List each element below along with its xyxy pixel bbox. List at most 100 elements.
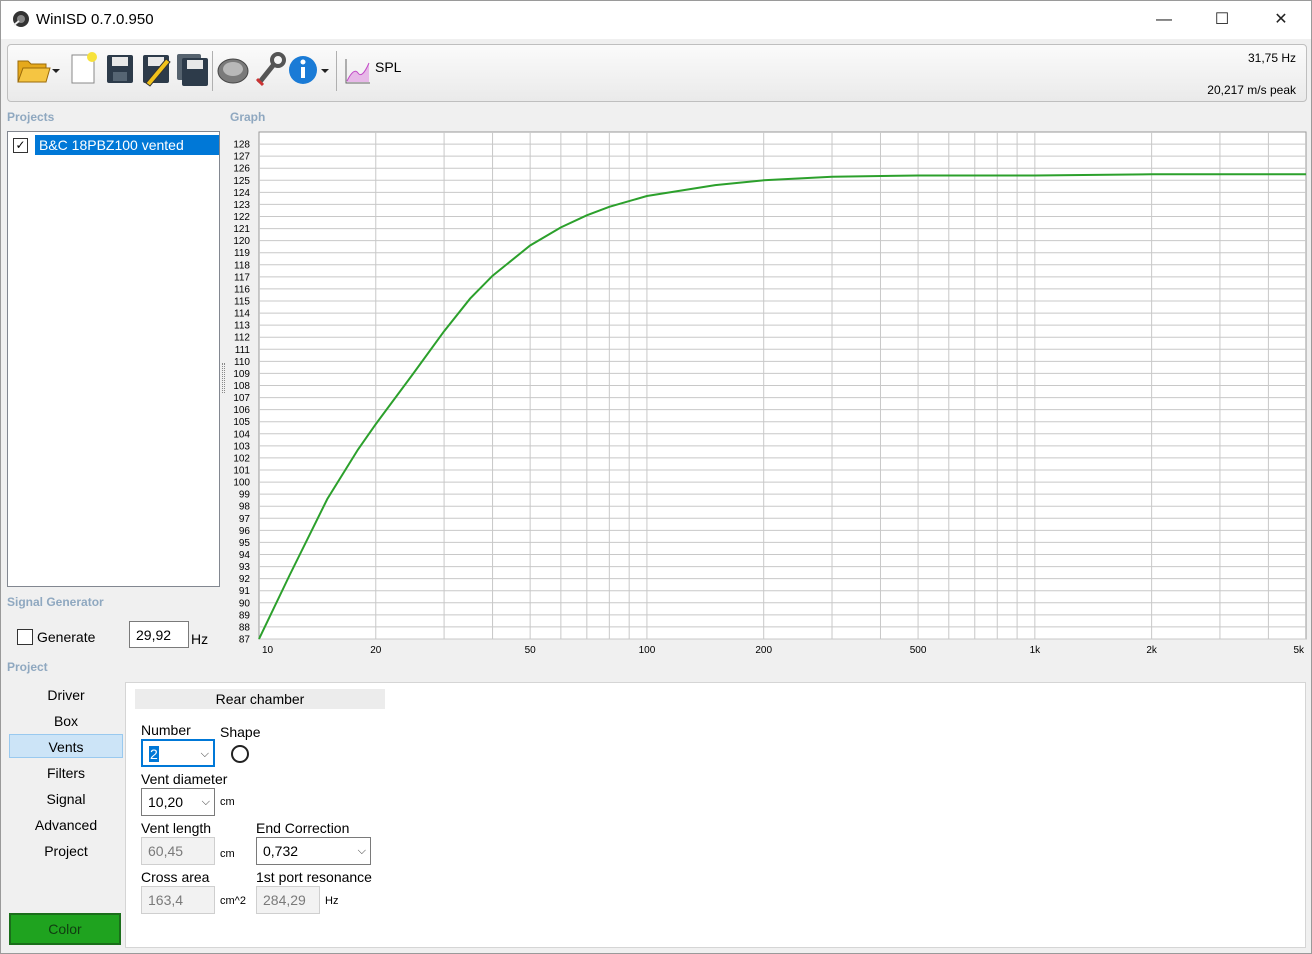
app-icon xyxy=(13,11,29,27)
y-tick-label: 121 xyxy=(233,224,250,235)
port-resonance-label: 1st port resonance xyxy=(256,869,372,885)
end-correction-value: 0,732 xyxy=(263,843,299,859)
y-tick-label: 89 xyxy=(239,610,251,621)
y-tick-label: 107 xyxy=(233,393,250,404)
round-shape-icon[interactable] xyxy=(231,745,249,763)
y-tick-label: 87 xyxy=(239,635,251,646)
window-title: WinISD 0.7.0.950 xyxy=(36,11,154,28)
y-tick-label: 118 xyxy=(234,260,250,271)
list-item[interactable]: ✓ B&C 18PBZ100 vented xyxy=(11,135,219,155)
cross-area-label: Cross area xyxy=(141,869,210,885)
vent-length-field: 60,45 xyxy=(141,837,215,865)
toolbar-separator xyxy=(212,51,213,91)
y-tick-label: 93 xyxy=(239,562,251,573)
y-tick-label: 97 xyxy=(239,514,251,525)
project-name[interactable]: B&C 18PBZ100 vented xyxy=(35,135,219,155)
tools-wrench-icon[interactable] xyxy=(251,49,287,89)
chevron-down-icon: ⌵ xyxy=(357,845,366,857)
y-tick-label: 124 xyxy=(233,188,250,199)
cross-area-field: 163,4 xyxy=(141,886,215,914)
y-tick-label: 99 xyxy=(239,490,251,501)
nav-driver[interactable]: Driver xyxy=(9,683,123,707)
x-tick-label: 1k xyxy=(1030,645,1042,656)
generate-checkbox[interactable] xyxy=(17,629,33,645)
x-tick-label: 10 xyxy=(262,645,274,656)
vent-diameter-select[interactable]: 10,20 ⌵ xyxy=(141,788,215,816)
end-correction-select[interactable]: 0,732 ⌵ xyxy=(256,837,371,865)
y-tick-label: 98 xyxy=(239,502,251,513)
y-tick-label: 95 xyxy=(239,538,251,549)
x-tick-label: 2k xyxy=(1146,645,1158,656)
y-tick-label: 105 xyxy=(233,417,250,428)
nav-signal[interactable]: Signal xyxy=(9,787,123,811)
projects-section-label: Projects xyxy=(7,110,55,124)
y-tick-label: 88 xyxy=(239,622,251,633)
save-icon[interactable] xyxy=(102,49,138,89)
project-checkbox[interactable]: ✓ xyxy=(13,138,28,153)
frequency-readout: 31,75 Hz xyxy=(1247,51,1296,65)
port-resonance-field: 284,29 xyxy=(256,886,320,914)
y-tick-label: 115 xyxy=(234,297,250,308)
generator-frequency-unit: Hz xyxy=(191,631,209,647)
number-value: 2 xyxy=(149,746,159,762)
y-tick-label: 119 xyxy=(234,248,250,259)
nav-filters[interactable]: Filters xyxy=(9,761,123,785)
x-tick-label: 20 xyxy=(370,645,382,656)
app-window: WinISD 0.7.0.950 — ☐ ✕ SPL 31,75 Hz 20,2… xyxy=(0,0,1312,954)
new-project-icon[interactable] xyxy=(66,49,102,89)
y-tick-label: 114 xyxy=(234,309,250,320)
nav-advanced[interactable]: Advanced xyxy=(9,813,123,837)
port-resonance-unit: Hz xyxy=(325,895,339,907)
velocity-readout: 20,217 m/s peak xyxy=(1207,83,1296,97)
y-tick-label: 90 xyxy=(239,598,251,609)
signal-generator-section-label: Signal Generator xyxy=(7,595,104,609)
y-tick-label: 91 xyxy=(239,586,251,597)
vent-diameter-label: Vent diameter xyxy=(141,771,228,787)
y-tick-label: 122 xyxy=(233,212,250,223)
nav-project[interactable]: Project xyxy=(9,839,123,863)
generator-frequency-input[interactable] xyxy=(129,621,189,648)
toolbar-separator xyxy=(336,51,337,91)
chevron-down-icon: ⌵ xyxy=(200,748,209,760)
y-tick-label: 113 xyxy=(234,321,250,332)
y-tick-label: 116 xyxy=(234,284,250,295)
open-folder-icon[interactable] xyxy=(14,49,64,89)
y-tick-label: 110 xyxy=(234,357,250,368)
spl-graph-icon[interactable] xyxy=(342,49,372,89)
y-tick-label: 117 xyxy=(234,272,250,283)
y-tick-label: 94 xyxy=(239,550,251,561)
spl-button-label[interactable]: SPL xyxy=(375,59,401,75)
close-button[interactable]: ✕ xyxy=(1252,1,1310,39)
y-tick-label: 125 xyxy=(233,176,250,187)
save-as-icon[interactable] xyxy=(138,49,174,89)
minimize-button[interactable]: — xyxy=(1135,1,1193,39)
number-select[interactable]: 2 ⌵ xyxy=(141,739,215,767)
y-tick-label: 128 xyxy=(233,140,250,151)
y-tick-label: 123 xyxy=(233,200,250,211)
y-tick-label: 104 xyxy=(233,429,250,440)
title-bar[interactable]: WinISD 0.7.0.950 — ☐ ✕ xyxy=(1,1,1311,39)
y-tick-label: 92 xyxy=(239,574,251,585)
x-tick-label: 50 xyxy=(525,645,537,656)
vents-panel: Rear chamber Number Shape 2 ⌵ Vent diame… xyxy=(125,682,1306,948)
maximize-button[interactable]: ☐ xyxy=(1193,1,1251,39)
projects-list[interactable]: ✓ B&C 18PBZ100 vented xyxy=(7,131,220,587)
vent-length-unit: cm xyxy=(220,848,235,860)
nav-vents[interactable]: Vents xyxy=(9,734,123,758)
info-icon[interactable] xyxy=(287,49,333,89)
end-correction-label: End Correction xyxy=(256,820,350,836)
y-tick-label: 126 xyxy=(233,164,250,175)
x-tick-label: 5k xyxy=(1293,645,1305,656)
x-tick-label: 500 xyxy=(910,645,927,656)
y-tick-label: 111 xyxy=(235,345,251,356)
spl-graph[interactable]: 8788899091929394959697989910010110210310… xyxy=(225,121,1311,661)
vent-diameter-unit: cm xyxy=(220,796,235,808)
number-label: Number xyxy=(141,722,191,738)
color-button[interactable]: Color xyxy=(9,913,121,945)
chevron-down-icon: ⌵ xyxy=(201,796,210,808)
shape-label: Shape xyxy=(220,724,261,740)
nav-box[interactable]: Box xyxy=(9,709,123,733)
save-all-icon[interactable] xyxy=(174,49,210,89)
driver-icon[interactable] xyxy=(215,49,251,89)
x-tick-label: 100 xyxy=(639,645,656,656)
